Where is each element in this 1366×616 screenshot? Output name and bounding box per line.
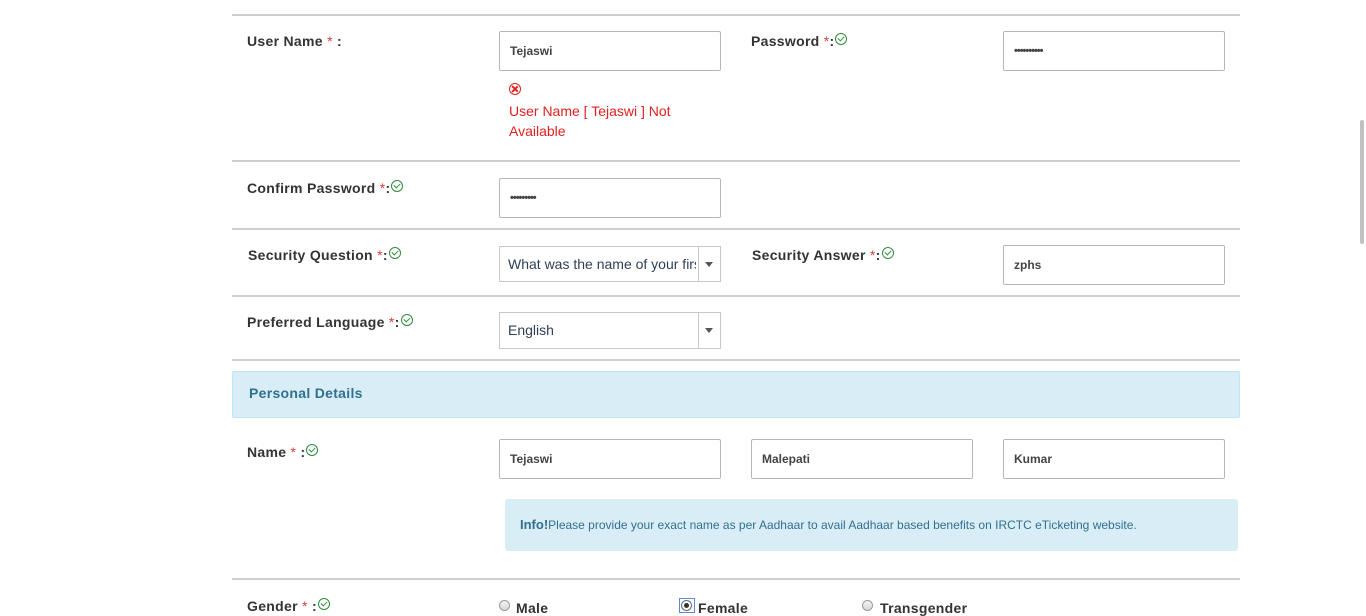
check-circle-icon bbox=[306, 444, 319, 456]
info-alert: Info!Please provide your exact name as p… bbox=[505, 499, 1238, 551]
check-circle-icon bbox=[388, 247, 401, 259]
caret-down-icon[interactable] bbox=[698, 313, 720, 348]
check-circle-icon bbox=[391, 180, 404, 192]
divider bbox=[232, 160, 1240, 162]
gender-label: Gender * : bbox=[247, 598, 330, 614]
info-strong: Info! bbox=[520, 517, 549, 532]
gender-option-male: Male bbox=[516, 600, 549, 616]
info-text: Please provide your exact name as per Aa… bbox=[548, 518, 1137, 532]
confirm-password-label: Confirm Password *: bbox=[247, 180, 404, 196]
caret-down-icon[interactable] bbox=[698, 247, 720, 281]
check-circle-icon bbox=[881, 247, 894, 259]
confirm-password-input[interactable] bbox=[499, 178, 721, 218]
security-answer-label: Security Answer *: bbox=[752, 247, 894, 263]
password-input[interactable] bbox=[1003, 31, 1225, 71]
x-circle-icon bbox=[509, 83, 521, 95]
password-label: Password *: bbox=[751, 33, 848, 49]
gender-radio-female[interactable] bbox=[681, 600, 692, 611]
divider bbox=[232, 228, 1240, 230]
middle-name-input[interactable] bbox=[751, 439, 973, 479]
name-label: Name * : bbox=[247, 444, 319, 460]
gender-option-female: Female bbox=[698, 600, 749, 616]
divider bbox=[232, 359, 1240, 361]
scrollbar-thumb[interactable] bbox=[1360, 120, 1364, 244]
gender-radio-transgender[interactable] bbox=[862, 600, 873, 611]
username-input[interactable] bbox=[499, 31, 721, 71]
check-circle-icon bbox=[400, 314, 413, 326]
username-error: User Name [ Tejaswi ] Not Available bbox=[509, 103, 671, 139]
preferred-language-label: Preferred Language *: bbox=[247, 314, 413, 330]
username-label: User Name * : bbox=[247, 33, 342, 49]
security-question-select[interactable]: What was the name of your first bbox=[499, 246, 721, 282]
divider bbox=[232, 578, 1240, 580]
divider bbox=[232, 14, 1240, 16]
security-answer-input[interactable] bbox=[1003, 245, 1225, 285]
gender-radio-male[interactable] bbox=[499, 600, 510, 611]
divider bbox=[232, 295, 1240, 297]
panel-heading: Personal Details bbox=[249, 385, 363, 401]
personal-details-panel: Personal Details bbox=[232, 371, 1240, 418]
check-circle-icon bbox=[835, 33, 848, 45]
gender-option-transgender: Transgender bbox=[880, 600, 968, 616]
security-question-label: Security Question *: bbox=[248, 247, 401, 263]
preferred-language-select[interactable]: English bbox=[499, 312, 721, 349]
check-circle-icon bbox=[317, 598, 330, 610]
first-name-input[interactable] bbox=[499, 439, 721, 479]
last-name-input[interactable] bbox=[1003, 439, 1225, 479]
